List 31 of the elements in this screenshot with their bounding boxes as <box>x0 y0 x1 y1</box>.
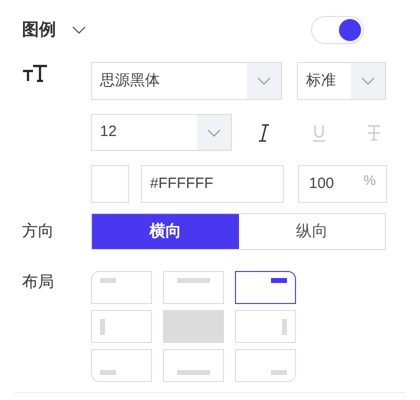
position-marker-icon <box>100 278 116 283</box>
color-swatch[interactable] <box>91 165 129 203</box>
direction-label: 方向 <box>22 222 55 242</box>
layout-label: 布局 <box>22 273 55 293</box>
font-weight-select[interactable]: 标准 <box>297 62 386 100</box>
chevron-down-icon <box>361 77 375 85</box>
color-hex-field[interactable]: #FFFFFF <box>141 165 284 203</box>
percent-unit: % <box>364 171 376 190</box>
position-marker-icon <box>100 370 116 375</box>
chevron-icon <box>72 26 86 34</box>
position-marker-icon <box>177 278 210 283</box>
position-marker-icon <box>100 318 105 334</box>
direction-tab[interactable]: 横向 <box>92 214 238 249</box>
opacity-field[interactable]: 100 % <box>298 165 387 203</box>
italic-icon <box>258 124 270 142</box>
font-size-select[interactable]: 12 <box>91 114 232 151</box>
legend-toggle[interactable] <box>311 16 364 44</box>
legend-position-option[interactable] <box>235 271 296 304</box>
font-size-icon <box>22 64 48 82</box>
position-marker-icon <box>282 318 287 334</box>
strikethrough-icon <box>367 124 381 142</box>
position-marker-icon <box>271 278 287 283</box>
underline-icon <box>312 124 326 142</box>
toggle-knob-icon <box>339 19 361 41</box>
chevron-down-icon <box>207 128 221 136</box>
position-marker-icon <box>177 370 210 375</box>
collapse-button[interactable] <box>72 26 86 34</box>
section-title: 图例 <box>22 19 56 42</box>
chevron-down-icon <box>257 77 271 85</box>
font-family-select[interactable]: 思源黑体 <box>91 62 282 100</box>
position-marker-icon <box>271 370 287 375</box>
